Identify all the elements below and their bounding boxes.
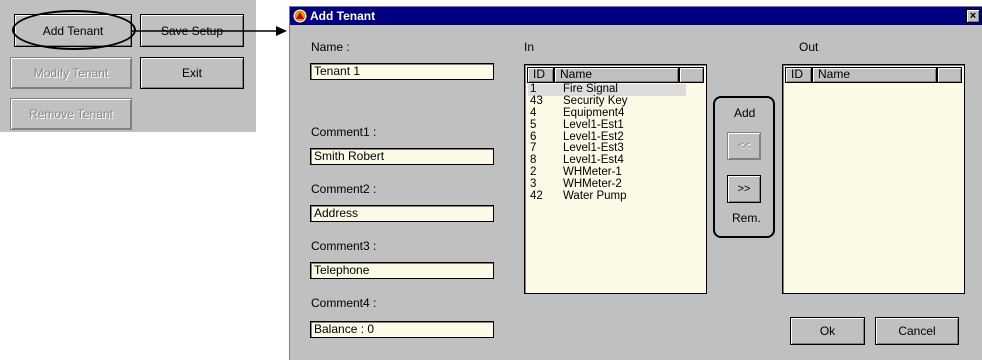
ok-button[interactable]: Ok [790, 317, 865, 345]
comment1-label: Comment1 : [311, 125, 377, 139]
in-list-row[interactable]: 43 Security Key [528, 94, 686, 108]
comment1-field[interactable]: Smith Robert [310, 148, 494, 165]
in-list-row-id: 43 [530, 94, 543, 107]
move-right-button[interactable]: >> [727, 175, 761, 203]
add-label: Add [734, 106, 756, 120]
in-list[interactable]: ID Name 1 Fire Signal 43 Security Key 4 Equip… [524, 64, 707, 294]
in-list-row-id: 4 [530, 106, 537, 119]
move-left-button[interactable]: << [727, 132, 761, 160]
comment2-label: Comment2 : [311, 182, 377, 196]
add-tenant-dialog: Add Tenant × Name : Tenant 1 Comment1 : … [289, 6, 982, 360]
in-list-row[interactable]: 4 Equipment4 [528, 106, 686, 120]
in-list-row-name: Security Key [563, 94, 628, 107]
remove-tenant-button[interactable]: Remove Tenant [10, 98, 132, 130]
comment3-label: Comment3 : [311, 239, 377, 253]
in-list-row-name: Equipment4 [563, 106, 625, 119]
rem-label: Rem. [732, 211, 761, 225]
in-list-rows: 1 Fire Signal 43 Security Key 4 Equipment4 5 Le… [528, 83, 686, 203]
in-label: In [524, 40, 535, 54]
in-list-row-name: Water Pump [563, 190, 627, 203]
comment4-field[interactable]: Balance : 0 [310, 321, 494, 338]
in-col-id-header[interactable]: ID [527, 67, 554, 83]
out-label: Out [799, 40, 819, 54]
out-list[interactable]: ID Name [782, 64, 965, 294]
name-label: Name : [311, 40, 350, 54]
out-col-id-header[interactable]: ID [785, 67, 812, 83]
comment3-field[interactable]: Telephone [310, 262, 494, 279]
in-col-name-header[interactable]: Name [554, 67, 679, 83]
in-list-header: ID Name [527, 67, 704, 83]
exit-button[interactable]: Exit [140, 57, 244, 89]
out-col-name-header[interactable]: Name [812, 67, 937, 83]
in-list-row-id: 42 [530, 190, 543, 203]
pointer-arrow [132, 26, 287, 36]
modify-tenant-button[interactable]: Modify Tenant [10, 57, 132, 89]
dialog-title: Add Tenant [310, 9, 376, 23]
name-field[interactable]: Tenant 1 [310, 63, 494, 80]
in-list-row[interactable]: 5 Level1-Est1 [528, 118, 686, 132]
in-list-row[interactable]: 42 Water Pump [528, 190, 686, 203]
dialog-title-bar[interactable]: Add Tenant × [290, 7, 982, 25]
out-list-header: ID Name [785, 67, 962, 83]
in-list-row-id: 5 [530, 118, 537, 131]
app-icon [293, 9, 307, 23]
cancel-button[interactable]: Cancel [875, 317, 959, 345]
add-remove-group: Add << >> Rem. [713, 96, 775, 238]
in-list-row-name: Level1-Est1 [563, 118, 624, 131]
close-icon[interactable]: × [966, 9, 980, 23]
comment2-field[interactable]: Address [310, 205, 494, 222]
comment4-label: Comment4 : [311, 296, 377, 310]
out-col-spacer-header [937, 67, 962, 83]
in-col-spacer-header [679, 67, 704, 83]
